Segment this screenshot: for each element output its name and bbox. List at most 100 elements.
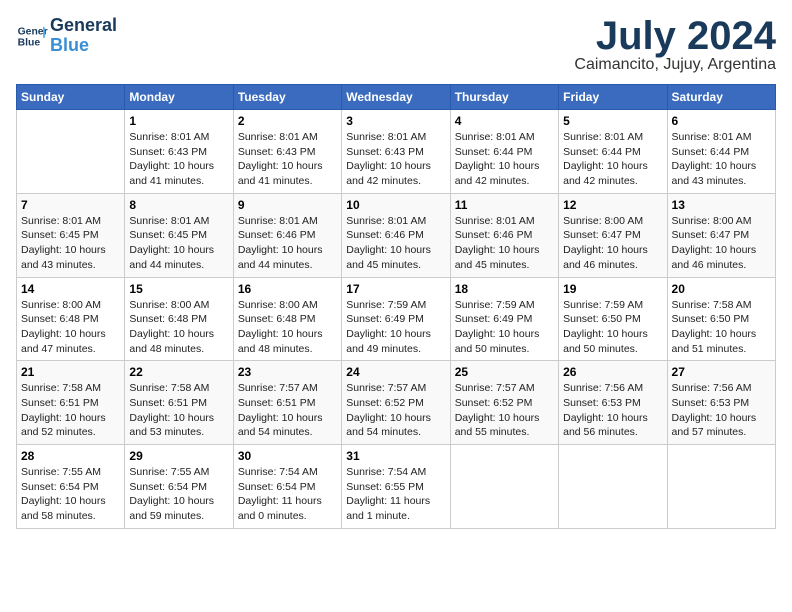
- day-cell: 18 Sunrise: 7:59 AM Sunset: 6:49 PM Dayli…: [450, 277, 558, 361]
- day-cell: 13 Sunrise: 8:00 AM Sunset: 6:47 PM Dayli…: [667, 193, 775, 277]
- day-info: Sunrise: 8:01 AM Sunset: 6:45 PM Dayligh…: [129, 214, 228, 273]
- day-info: Sunrise: 8:00 AM Sunset: 6:48 PM Dayligh…: [238, 298, 337, 357]
- day-cell: 14Sunrise: 8:00 AM Sunset: 6:48 PM Dayli…: [17, 277, 125, 361]
- day-cell: 16Sunrise: 8:00 AM Sunset: 6:48 PM Dayli…: [233, 277, 341, 361]
- day-number: 27: [672, 365, 771, 379]
- week-row-1: 1 Sunrise: 8:01 AM Sunset: 6:43 PM Daylig…: [17, 110, 776, 194]
- day-number: 24: [346, 365, 445, 379]
- day-number: 21: [21, 365, 120, 379]
- day-cell: 2 Sunrise: 8:01 AM Sunset: 6:43 PM Daylig…: [233, 110, 341, 194]
- day-header-thursday: Thursday: [450, 85, 558, 110]
- day-cell: 29 Sunrise: 7:55 AM Sunset: 6:54 PM Dayli…: [125, 445, 233, 529]
- day-info: Sunrise: 7:56 AM Sunset: 6:53 PM Dayligh…: [672, 381, 771, 440]
- day-cell: 10 Sunrise: 8:01 AM Sunset: 6:46 PM Dayli…: [342, 193, 450, 277]
- logo-icon: General Blue: [16, 20, 48, 52]
- day-cell: [667, 445, 775, 529]
- day-cell: 17 Sunrise: 7:59 AM Sunset: 6:49 PM Dayli…: [342, 277, 450, 361]
- day-info: Sunrise: 8:00 AM Sunset: 6:47 PM Dayligh…: [563, 214, 662, 273]
- day-number: 12: [563, 198, 662, 212]
- calendar-table: SundayMondayTuesdayWednesdayThursdayFrid…: [16, 84, 776, 529]
- day-number: 18: [455, 282, 554, 296]
- month-title: July 2024: [574, 16, 776, 56]
- day-number: 31: [346, 449, 445, 463]
- day-info: Sunrise: 8:01 AM Sunset: 6:46 PM Dayligh…: [346, 214, 445, 273]
- day-number: 10: [346, 198, 445, 212]
- day-info: Sunrise: 7:59 AM Sunset: 6:49 PM Dayligh…: [346, 298, 445, 357]
- day-cell: 7 Sunrise: 8:01 AM Sunset: 6:45 PM Daylig…: [17, 193, 125, 277]
- week-row-2: 7 Sunrise: 8:01 AM Sunset: 6:45 PM Daylig…: [17, 193, 776, 277]
- day-info: Sunrise: 8:01 AM Sunset: 6:44 PM Dayligh…: [563, 130, 662, 189]
- day-cell: 9Sunrise: 8:01 AM Sunset: 6:46 PM Daylig…: [233, 193, 341, 277]
- day-cell: 20 Sunrise: 7:58 AM Sunset: 6:50 PM Dayli…: [667, 277, 775, 361]
- day-header-tuesday: Tuesday: [233, 85, 341, 110]
- day-cell: 4 Sunrise: 8:01 AM Sunset: 6:44 PM Daylig…: [450, 110, 558, 194]
- day-info: Sunrise: 8:01 AM Sunset: 6:43 PM Dayligh…: [346, 130, 445, 189]
- day-number: 1: [129, 114, 228, 128]
- day-cell: 11 Sunrise: 8:01 AM Sunset: 6:46 PM Dayli…: [450, 193, 558, 277]
- day-info: Sunrise: 7:57 AM Sunset: 6:51 PM Dayligh…: [238, 381, 337, 440]
- day-info: Sunrise: 7:58 AM Sunset: 6:51 PM Dayligh…: [129, 381, 228, 440]
- day-number: 6: [672, 114, 771, 128]
- day-info: Sunrise: 8:01 AM Sunset: 6:44 PM Dayligh…: [455, 130, 554, 189]
- location-subtitle: Caimancito, Jujuy, Argentina: [574, 56, 776, 74]
- day-number: 19: [563, 282, 662, 296]
- day-info: Sunrise: 7:58 AM Sunset: 6:51 PM Dayligh…: [21, 381, 120, 440]
- day-info: Sunrise: 7:59 AM Sunset: 6:50 PM Dayligh…: [563, 298, 662, 357]
- day-cell: 1 Sunrise: 8:01 AM Sunset: 6:43 PM Daylig…: [125, 110, 233, 194]
- day-number: 11: [455, 198, 554, 212]
- day-cell: 31 Sunrise: 7:54 AM Sunset: 6:55 PM Dayli…: [342, 445, 450, 529]
- day-info: Sunrise: 8:01 AM Sunset: 6:43 PM Dayligh…: [238, 130, 337, 189]
- day-cell: 5Sunrise: 8:01 AM Sunset: 6:44 PM Daylig…: [559, 110, 667, 194]
- day-cell: [450, 445, 558, 529]
- logo: General Blue General Blue: [16, 16, 117, 56]
- week-row-5: 28 Sunrise: 7:55 AM Sunset: 6:54 PM Dayli…: [17, 445, 776, 529]
- day-cell: 3Sunrise: 8:01 AM Sunset: 6:43 PM Daylig…: [342, 110, 450, 194]
- day-number: 15: [129, 282, 228, 296]
- day-info: Sunrise: 8:01 AM Sunset: 6:46 PM Dayligh…: [455, 214, 554, 273]
- day-number: 2: [238, 114, 337, 128]
- day-info: Sunrise: 7:59 AM Sunset: 6:49 PM Dayligh…: [455, 298, 554, 357]
- day-number: 14: [21, 282, 120, 296]
- day-number: 17: [346, 282, 445, 296]
- day-number: 7: [21, 198, 120, 212]
- day-info: Sunrise: 7:54 AM Sunset: 6:55 PM Dayligh…: [346, 465, 445, 524]
- day-header-sunday: Sunday: [17, 85, 125, 110]
- day-number: 22: [129, 365, 228, 379]
- day-info: Sunrise: 7:55 AM Sunset: 6:54 PM Dayligh…: [21, 465, 120, 524]
- day-info: Sunrise: 7:55 AM Sunset: 6:54 PM Dayligh…: [129, 465, 228, 524]
- day-info: Sunrise: 8:00 AM Sunset: 6:48 PM Dayligh…: [129, 298, 228, 357]
- day-info: Sunrise: 8:01 AM Sunset: 6:43 PM Dayligh…: [129, 130, 228, 189]
- day-number: 4: [455, 114, 554, 128]
- day-cell: 8 Sunrise: 8:01 AM Sunset: 6:45 PM Daylig…: [125, 193, 233, 277]
- day-cell: 6Sunrise: 8:01 AM Sunset: 6:44 PM Daylig…: [667, 110, 775, 194]
- day-cell: 23Sunrise: 7:57 AM Sunset: 6:51 PM Dayli…: [233, 361, 341, 445]
- day-cell: 12 Sunrise: 8:00 AM Sunset: 6:47 PM Dayli…: [559, 193, 667, 277]
- day-cell: [559, 445, 667, 529]
- day-cell: 30Sunrise: 7:54 AM Sunset: 6:54 PM Dayli…: [233, 445, 341, 529]
- day-number: 28: [21, 449, 120, 463]
- day-cell: 22 Sunrise: 7:58 AM Sunset: 6:51 PM Dayli…: [125, 361, 233, 445]
- day-number: 26: [563, 365, 662, 379]
- week-row-3: 14 Sunrise: 8:00 AM Sunset: 6:48 PM Dayli…: [17, 277, 776, 361]
- logo-blue: Blue: [50, 36, 117, 56]
- day-number: 29: [129, 449, 228, 463]
- logo-general: General: [50, 16, 117, 36]
- page-header: General Blue General Blue July 2024 Caim…: [16, 16, 776, 74]
- day-info: Sunrise: 7:57 AM Sunset: 6:52 PM Dayligh…: [455, 381, 554, 440]
- day-number: 9: [238, 198, 337, 212]
- day-cell: 28 Sunrise: 7:55 AM Sunset: 6:54 PM Dayli…: [17, 445, 125, 529]
- day-info: Sunrise: 8:00 AM Sunset: 6:47 PM Dayligh…: [672, 214, 771, 273]
- day-header-monday: Monday: [125, 85, 233, 110]
- day-number: 25: [455, 365, 554, 379]
- svg-text:Blue: Blue: [18, 37, 41, 48]
- day-info: Sunrise: 8:01 AM Sunset: 6:45 PM Dayligh…: [21, 214, 120, 273]
- day-cell: 24 Sunrise: 7:57 AM Sunset: 6:52 PM Dayli…: [342, 361, 450, 445]
- day-number: 13: [672, 198, 771, 212]
- week-row-4: 21 Sunrise: 7:58 AM Sunset: 6:51 PM Dayli…: [17, 361, 776, 445]
- day-cell: 19 Sunrise: 7:59 AM Sunset: 6:50 PM Dayli…: [559, 277, 667, 361]
- day-cell: 27 Sunrise: 7:56 AM Sunset: 6:53 PM Dayli…: [667, 361, 775, 445]
- day-info: Sunrise: 7:58 AM Sunset: 6:50 PM Dayligh…: [672, 298, 771, 357]
- day-number: 8: [129, 198, 228, 212]
- day-info: Sunrise: 7:57 AM Sunset: 6:52 PM Dayligh…: [346, 381, 445, 440]
- day-number: 20: [672, 282, 771, 296]
